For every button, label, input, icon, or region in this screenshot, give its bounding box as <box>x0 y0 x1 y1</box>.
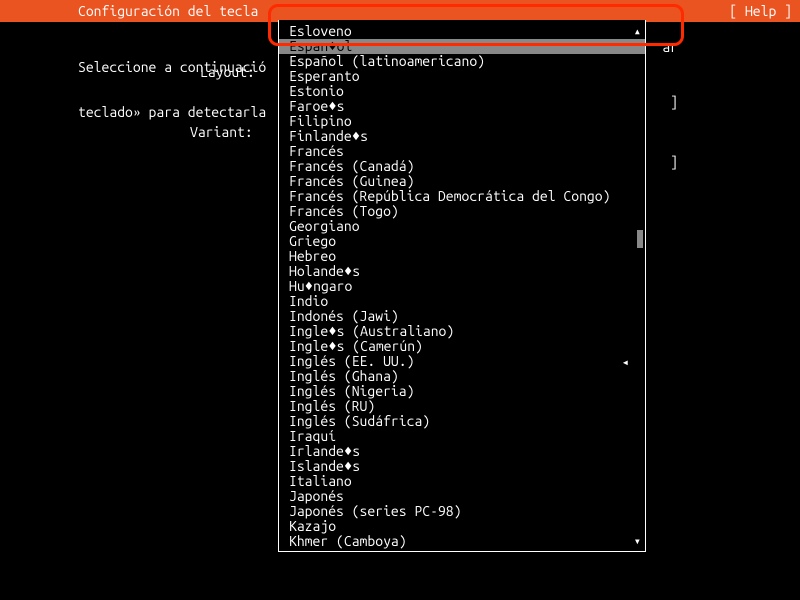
layout-option[interactable]: Georgiano <box>279 219 645 234</box>
layout-option[interactable]: Italiano <box>279 474 645 489</box>
variant-label: Variant: <box>190 125 253 140</box>
layout-option[interactable]: Inglés (RU) <box>279 399 645 414</box>
layout-field-edge: ] <box>670 95 678 110</box>
scrollbar-thumb[interactable] <box>637 230 643 248</box>
layout-option[interactable]: Francés <box>279 144 645 159</box>
layout-option[interactable]: Faroe♦s <box>279 99 645 114</box>
scroll-down-icon[interactable]: ▾ <box>634 534 641 549</box>
layout-option[interactable]: Islande♦s <box>279 459 645 474</box>
layout-option[interactable]: Indio <box>279 294 645 309</box>
layout-option[interactable]: Francés (República Democrática del Congo… <box>279 189 645 204</box>
layout-option[interactable]: Francés (Guinea) <box>279 174 645 189</box>
layout-option[interactable]: Japonés <box>279 489 645 504</box>
layout-option[interactable]: Estonio <box>279 84 645 99</box>
layout-option[interactable]: Francés (Togo) <box>279 204 645 219</box>
variant-field-edge: ] <box>670 155 678 170</box>
layout-option[interactable]: Espan♦ol <box>279 39 645 54</box>
layout-option[interactable]: Japonés (series PC-98) <box>279 504 645 519</box>
layout-option[interactable]: Indonés (Jawi) <box>279 309 645 324</box>
layout-option[interactable]: Hu♦ngaro <box>279 279 645 294</box>
layout-option[interactable]: Español (latinoamericano) <box>279 54 645 69</box>
instruction-fragment: ar <box>662 40 678 55</box>
layout-option[interactable]: Inglés (EE. UU.) <box>279 354 645 369</box>
layout-option[interactable]: Griego <box>279 234 645 249</box>
layout-option[interactable]: Khmer (Camboya) <box>279 534 645 549</box>
page-title: Configuración del tecla <box>78 4 258 19</box>
scroll-up-icon[interactable]: ▴ <box>634 24 641 39</box>
help-button[interactable]: [ Help ] <box>729 4 792 19</box>
layout-option[interactable]: Holande♦s <box>279 264 645 279</box>
layout-option[interactable]: Ingle♦s (Australiano) <box>279 324 645 339</box>
layout-option[interactable]: Ingle♦s (Camerún) <box>279 339 645 354</box>
layout-option[interactable]: Inglés (Ghana) <box>279 369 645 384</box>
layout-option[interactable]: Hebreo <box>279 249 645 264</box>
layout-dropdown[interactable]: EslovenoEspan♦olEspañol (latinoamericano… <box>278 20 646 552</box>
layout-option[interactable]: Inglés (Sudáfrica) <box>279 414 645 429</box>
layout-option[interactable]: Finlande♦s <box>279 129 645 144</box>
layout-option[interactable]: Kazajo <box>279 519 645 534</box>
layout-option[interactable]: Esperanto <box>279 69 645 84</box>
layout-label: Layout: <box>200 65 255 80</box>
layout-option[interactable]: Inglés (Nigeria) <box>279 384 645 399</box>
layout-option[interactable]: Irlande♦s <box>279 444 645 459</box>
layout-option[interactable]: Esloveno <box>279 24 645 39</box>
title-bar: Configuración del tecla [ Help ] <box>0 0 800 22</box>
layout-option[interactable]: Filipino <box>279 114 645 129</box>
layout-option[interactable]: Iraquí <box>279 429 645 444</box>
current-value-icon: ◂ <box>622 355 629 370</box>
layout-option[interactable]: Francés (Canadá) <box>279 159 645 174</box>
